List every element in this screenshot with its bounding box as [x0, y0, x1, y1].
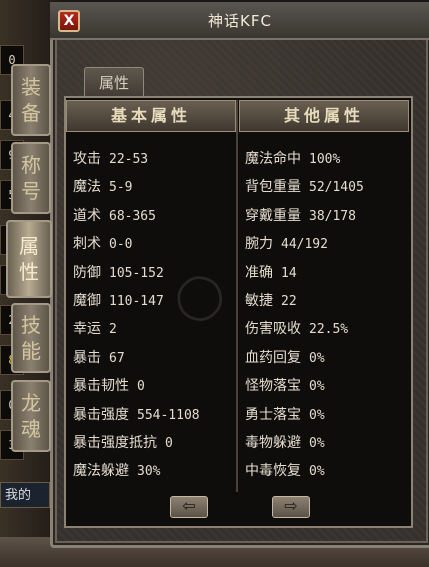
- stat-row: 幸运 2: [73, 318, 117, 338]
- panel-tab-attributes[interactable]: 属性: [84, 67, 144, 98]
- stat-row: 怪物落宝 0%: [245, 375, 325, 395]
- stat-label: 刺术: [73, 236, 101, 253]
- stat-label: 腕力: [245, 236, 273, 253]
- stat-value: 2: [109, 322, 117, 338]
- tab-label-char: 能: [21, 339, 41, 363]
- stat-value: 0%: [309, 379, 325, 395]
- stat-value: 0%: [309, 407, 325, 423]
- tab-label-char: 号: [21, 179, 41, 203]
- stat-value: 44/192: [281, 237, 328, 253]
- stat-value: 67: [109, 350, 125, 366]
- stat-value: 38/178: [309, 208, 356, 224]
- stat-value: 0%: [309, 350, 325, 366]
- stat-value: 5-9: [109, 180, 133, 196]
- stat-row: 暴击强度抵抗 0: [73, 432, 173, 452]
- tab-label-char: 称: [21, 153, 41, 177]
- stat-label: 暴击强度: [73, 406, 129, 423]
- stat-value: 22-53: [109, 152, 149, 167]
- tab-attributes[interactable]: 属 性: [6, 220, 52, 298]
- stat-row: 腕力 44/192: [245, 233, 328, 253]
- tab-title[interactable]: 称 号: [11, 142, 51, 214]
- stat-label: 魔法: [73, 179, 101, 196]
- close-button[interactable]: X: [58, 10, 80, 32]
- stat-row: 防御 105-152: [73, 262, 164, 282]
- my-button[interactable]: 我的: [0, 482, 50, 508]
- stat-label: 暴击韧性: [73, 378, 129, 395]
- window-title: 神话KFC: [208, 12, 272, 30]
- tab-label-char: 备: [21, 101, 41, 125]
- stat-value: 110-147: [109, 294, 164, 309]
- stat-value: 0%: [309, 436, 325, 451]
- stat-label: 暴击强度抵抗: [73, 435, 157, 451]
- stat-label: 幸运: [73, 321, 101, 338]
- stat-label: 魔法命中: [245, 151, 301, 167]
- stat-value: 68-365: [109, 208, 156, 224]
- stat-row: 魔御 110-147: [73, 290, 164, 310]
- stat-row: 魔法命中 100%: [245, 148, 340, 168]
- stat-label: 血药回复: [245, 349, 301, 366]
- stat-row: 刺术 0-0: [73, 233, 132, 253]
- tab-label-char: 技: [21, 313, 41, 337]
- other-attributes-header: 其他属性: [239, 100, 409, 132]
- stat-row: 中毒恢复 0%: [245, 460, 325, 480]
- stat-row: 敏捷 22: [245, 290, 297, 310]
- stat-value: 0: [165, 436, 173, 451]
- stat-label: 毒物躲避: [245, 435, 301, 451]
- stat-label: 穿戴重量: [245, 207, 301, 224]
- title-bar[interactable]: 神话KFC: [50, 2, 429, 40]
- tab-equipment[interactable]: 装 备: [11, 64, 51, 136]
- stat-value: 105-152: [109, 265, 164, 281]
- stat-label: 防御: [73, 264, 101, 281]
- tab-label-char: 装: [21, 75, 41, 99]
- stat-value: 0%: [309, 464, 325, 480]
- stat-label: 道术: [73, 207, 101, 224]
- stat-label: 勇士落宝: [245, 406, 301, 423]
- stat-label: 怪物落宝: [245, 378, 301, 395]
- stat-value: 52/1405: [309, 180, 364, 196]
- stat-row: 魔法躲避 30%: [73, 460, 160, 480]
- stat-label: 魔法躲避: [73, 463, 129, 480]
- stat-label: 中毒恢复: [245, 463, 301, 480]
- stat-row: 血药回复 0%: [245, 347, 325, 367]
- tab-label-char: 属: [19, 234, 39, 258]
- stat-value: 30%: [137, 464, 161, 480]
- stat-row: 暴击韧性 0: [73, 375, 145, 395]
- basic-attributes-header: 基本属性: [66, 100, 236, 132]
- stat-row: 魔法 5-9: [73, 176, 132, 196]
- stat-value: 22.5%: [309, 322, 349, 338]
- stat-label: 魔御: [73, 293, 101, 309]
- stat-row: 背包重量 52/1405: [245, 176, 364, 196]
- left-arrow-icon: ⇦: [182, 496, 196, 515]
- prev-page-button[interactable]: ⇦: [170, 496, 208, 518]
- stat-row: 勇士落宝 0%: [245, 404, 325, 424]
- stat-value: 554-1108: [137, 407, 200, 423]
- stat-row: 暴击 67: [73, 347, 125, 367]
- next-page-button[interactable]: ⇨: [272, 496, 310, 518]
- stat-label: 背包重量: [245, 179, 301, 196]
- stat-row: 伤害吸收 22.5%: [245, 318, 348, 338]
- tab-dragon-soul[interactable]: 龙 魂: [11, 380, 51, 452]
- stat-row: 道术 68-365: [73, 205, 156, 225]
- stat-label: 攻击: [73, 151, 101, 167]
- stat-label: 暴击: [73, 349, 101, 366]
- stat-row: 穿戴重量 38/178: [245, 205, 356, 225]
- tab-skills[interactable]: 技 能: [11, 303, 51, 373]
- tab-label-char: 性: [19, 260, 39, 284]
- stat-label: 准确: [245, 264, 273, 281]
- stat-row: 暴击强度 554-1108: [73, 404, 200, 424]
- stat-value: 0: [137, 379, 145, 395]
- stat-label: 伤害吸收: [245, 321, 301, 338]
- stat-row: 准确 14: [245, 262, 297, 282]
- stat-row: 毒物躲避 0%: [245, 432, 325, 452]
- stat-value: 0-0: [109, 237, 133, 253]
- tab-label-char: 魂: [21, 417, 41, 441]
- stat-label: 敏捷: [245, 293, 273, 309]
- stat-value: 22: [281, 294, 297, 309]
- stat-value: 100%: [309, 152, 341, 167]
- stat-value: 14: [281, 265, 297, 281]
- right-arrow-icon: ⇨: [284, 496, 298, 515]
- stat-row: 攻击 22-53: [73, 148, 148, 168]
- tab-label-char: 龙: [21, 391, 41, 415]
